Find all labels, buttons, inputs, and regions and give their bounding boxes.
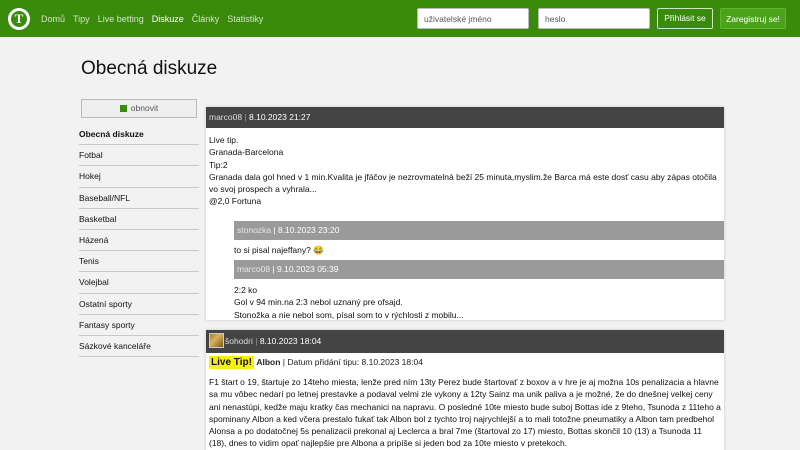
reply-date: 9.10.2023 05:39 bbox=[277, 264, 339, 275]
logo-icon bbox=[119, 105, 127, 112]
main-nav: Domů Tipy Live betting Diskuze Články St… bbox=[41, 0, 271, 37]
discussion-post: marco08 | 8.10.2023 21:27 Live tip. Gran… bbox=[206, 107, 724, 320]
reply-header: marco08 | 9.10.2023 05:39 bbox=[234, 260, 724, 280]
reply-line: Gol v 94 min.na 2:3 nebol uznaný pre ofs… bbox=[234, 297, 403, 308]
category-handball[interactable]: Házená bbox=[79, 230, 199, 252]
post-line: @2,0 Fortuna bbox=[209, 196, 262, 207]
reply-body: to si pisal najeffany? 😂 bbox=[234, 240, 724, 260]
reply-line: to si pisal najeffany? 😂 bbox=[234, 244, 324, 255]
tip-date-meta: | Datum přidání tipu: 8.10.2023 18:04 bbox=[282, 357, 423, 367]
reply-author[interactable]: marco08 bbox=[237, 264, 270, 274]
reply: stonozka | 8.10.2023 23:20 to si pisal n… bbox=[234, 220, 724, 260]
post-header: marco08 | 8.10.2023 21:27 bbox=[206, 107, 724, 128]
post-date: 8.10.2023 18:04 bbox=[259, 336, 322, 346]
reply-body: 2:2 ko Gol v 94 min.na 2:3 nebol uznaný … bbox=[234, 279, 724, 327]
refresh-button[interactable]: obnovit bbox=[81, 99, 197, 118]
category-volleyball[interactable]: Volejbal bbox=[79, 272, 199, 294]
reply-author[interactable]: stonozka bbox=[237, 225, 271, 235]
post-line: Live tip. bbox=[209, 135, 239, 145]
tip-text: F1 štart o 19, štartuje zo 14teho miesta… bbox=[209, 377, 721, 449]
category-baseball-nfl[interactable]: Baseball/NFL bbox=[79, 188, 199, 209]
tip-title[interactable]: Albon bbox=[256, 357, 280, 367]
post-author[interactable]: marco08 bbox=[209, 112, 242, 122]
category-other-sports[interactable]: Ostatní sporty bbox=[79, 294, 199, 315]
nav-item-home[interactable]: Domů bbox=[41, 14, 65, 24]
site-logo[interactable]: T bbox=[8, 8, 30, 30]
post-body: Live tip. Granada-Barcelona Tip:2 Granad… bbox=[206, 128, 724, 208]
nav-item-statistics[interactable]: Statistiky bbox=[227, 14, 263, 24]
nav-item-live-betting[interactable]: Live betting bbox=[98, 14, 144, 24]
post-author[interactable]: šohodri bbox=[225, 336, 253, 346]
top-navbar: T Domů Tipy Live betting Diskuze Články … bbox=[0, 0, 800, 37]
category-general[interactable]: Obecná diskuze bbox=[79, 124, 199, 146]
tip-meta-row: Live Tip! Albon | Datum přidání tipu: 8.… bbox=[206, 353, 724, 376]
logo-letter: T bbox=[11, 11, 27, 27]
category-football[interactable]: Fotbal bbox=[79, 145, 199, 167]
post-line: Granada dala gol hned v 1 min.Kvalita je… bbox=[209, 171, 717, 195]
nav-item-tips[interactable]: Tipy bbox=[73, 14, 90, 24]
reply-line: 2:2 ko bbox=[234, 285, 258, 296]
post-line: Tip:2 bbox=[209, 159, 228, 170]
password-input[interactable] bbox=[538, 8, 650, 29]
reply-line: Stonožka a nie nebol som, písal som to v… bbox=[234, 309, 464, 320]
avatar[interactable] bbox=[209, 333, 224, 348]
category-bookmakers[interactable]: Sázkové kanceláře bbox=[79, 336, 199, 358]
reply: marco08 | 9.10.2023 05:39 2:2 ko Gol v 9… bbox=[234, 260, 724, 327]
reply-header: stonozka | 8.10.2023 23:20 bbox=[234, 220, 724, 240]
discussion-post: šohodri | 8.10.2023 18:04 Live Tip! Albo… bbox=[206, 330, 724, 450]
nav-item-discussion[interactable]: Diskuze bbox=[152, 14, 184, 24]
page-title: Obecná diskuze bbox=[81, 58, 218, 79]
nav-item-articles[interactable]: Články bbox=[192, 14, 220, 24]
category-basketball[interactable]: Basketbal bbox=[79, 209, 199, 230]
username-input[interactable] bbox=[417, 8, 529, 29]
category-hockey[interactable]: Hokej bbox=[79, 166, 199, 188]
post-date: 8.10.2023 21:27 bbox=[249, 112, 311, 122]
refresh-label: obnovit bbox=[130, 103, 159, 113]
register-button[interactable]: Zaregistruj se! bbox=[720, 8, 786, 29]
category-tennis[interactable]: Tenis bbox=[79, 251, 199, 273]
post-line: Granada-Barcelona bbox=[209, 147, 284, 158]
reply-date: 8.10.2023 23:20 bbox=[277, 224, 340, 235]
post-header: šohodri | 8.10.2023 18:04 bbox=[206, 330, 724, 353]
login-button[interactable]: Přihlásit se bbox=[657, 8, 713, 29]
category-list: Obecná diskuze Fotbal Hokej Baseball/NFL… bbox=[79, 124, 199, 358]
category-fantasy-sports[interactable]: Fantasy sporty bbox=[79, 315, 199, 336]
live-tip-badge: Live Tip! bbox=[209, 356, 254, 369]
